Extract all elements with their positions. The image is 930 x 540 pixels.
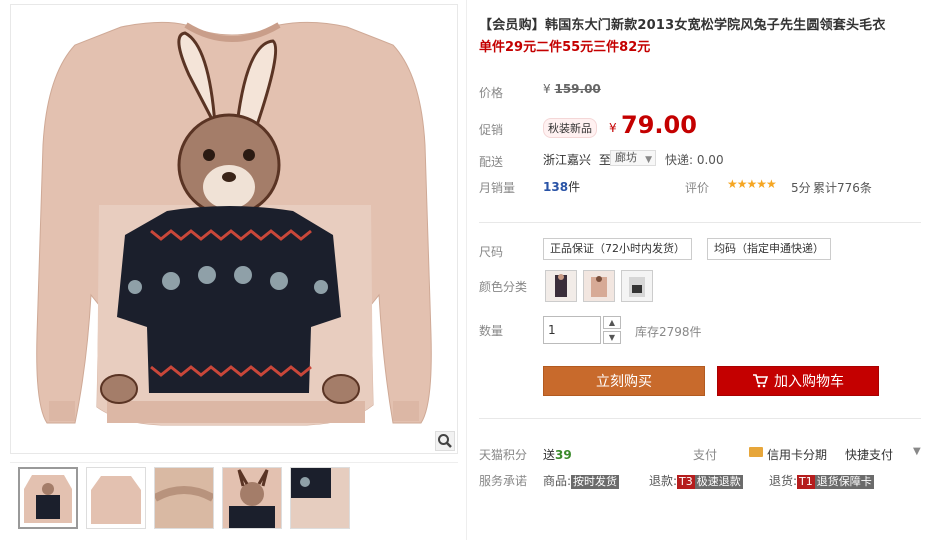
size-option-free[interactable]: 均码（指定申通快递） (707, 238, 831, 260)
service-badge[interactable]: 按时发货 (571, 475, 620, 489)
points-number: 39 (555, 448, 572, 462)
product-info-panel: 【会员购】韩国东大门新款2013女宽松学院风兔子先生圆领套头毛衣 单件29元二件… (466, 0, 930, 540)
quantity-decrease-button[interactable]: ▼ (603, 331, 621, 344)
add-to-cart-button[interactable]: 加入购物车 (717, 366, 879, 396)
promo-tag: 秋装新品 (543, 118, 597, 138)
promo-label: 促销 (479, 123, 504, 137)
buy-now-button[interactable]: 立刻购买 (543, 366, 705, 396)
service-on-time: 商品: 按时发货 (543, 472, 620, 489)
ship-from: 浙江嘉兴 至 (543, 151, 611, 168)
product-subtitle: 单件29元二件55元三件82元 (479, 40, 651, 55)
thumbnail-image (155, 468, 213, 528)
points-label: 天猫积分 (479, 448, 528, 462)
sales-unit: 件 (568, 180, 581, 194)
sweater-illustration (36, 21, 432, 426)
quick-pay-link[interactable]: 快捷支付 (845, 446, 893, 463)
points-prefix: 送 (543, 448, 556, 462)
service-code-badge[interactable]: T1 (797, 475, 815, 489)
zoom-button[interactable] (435, 431, 455, 451)
star-rating-icon: ★★★★★ (727, 177, 777, 191)
review-count-link[interactable]: 累计776条 (813, 179, 872, 196)
service-refund: 退款: T3 极速退款 (649, 472, 743, 489)
swatch-image (546, 271, 576, 301)
thumbnail-3[interactable] (154, 467, 214, 529)
currency-symbol: ¥ (543, 82, 551, 96)
shipping-fee: 快递: 0.00 (665, 153, 724, 167)
add-to-cart-label: 加入购物车 (774, 374, 844, 390)
cart-icon (753, 374, 768, 388)
service-label: 服务承诺 (479, 474, 528, 488)
magnifier-icon (438, 434, 452, 448)
main-product-image[interactable] (10, 4, 458, 454)
product-gallery (10, 4, 458, 540)
service-prefix: 商品: (543, 474, 572, 488)
payment-label: 支付 (693, 448, 718, 462)
rating-score: 5分 (791, 181, 811, 195)
credit-card-icon (749, 447, 763, 457)
color-label: 颜色分类 (479, 280, 528, 294)
service-return: 退货: T1 退货保障卡 (769, 472, 874, 489)
credit-installment-link[interactable]: 信用卡分期 (767, 446, 827, 463)
thumbnail-1[interactable] (18, 467, 78, 529)
size-option-guarantee[interactable]: 正品保证（72小时内发货） (543, 238, 692, 260)
currency-symbol: ¥ (609, 121, 617, 135)
swatch-image (622, 271, 652, 301)
color-swatch-1[interactable] (545, 270, 577, 302)
original-price: ¥ 159.00 (543, 82, 601, 96)
color-swatch-2[interactable] (583, 270, 615, 302)
thumbnail-image (91, 476, 141, 524)
service-badge[interactable]: 极速退款 (694, 475, 743, 489)
thumbnail-2[interactable] (86, 467, 146, 529)
destination-value: 廊坊 (615, 151, 637, 164)
shipping-label: 配送 (479, 155, 504, 169)
monthly-sales-label: 月销量 (479, 181, 516, 195)
sales-count: 138 (543, 180, 569, 194)
stock-count: 库存2798件 (635, 325, 702, 339)
destination-select[interactable]: 廊坊 ▼ (610, 150, 656, 166)
original-price-value: 159.00 (554, 82, 601, 96)
current-price: 79.00 (621, 111, 697, 139)
thumbnail-image (24, 475, 72, 523)
thumbnail-4[interactable] (222, 467, 282, 529)
quantity-label: 数量 (479, 324, 504, 338)
chevron-down-icon: ▼ (645, 155, 652, 165)
service-prefix: 退货: (769, 474, 798, 488)
service-badge[interactable]: 退货保障卡 (814, 475, 874, 489)
quantity-increase-button[interactable]: ▲ (603, 316, 621, 329)
chevron-down-icon[interactable]: ▼ (913, 446, 921, 457)
swatch-image (584, 271, 614, 301)
ship-origin: 浙江嘉兴 (543, 153, 592, 167)
size-label: 尺码 (479, 245, 504, 259)
color-swatch-3[interactable] (621, 270, 653, 302)
monthly-sales: 138件 (543, 178, 580, 195)
service-code-badge[interactable]: T3 (677, 475, 695, 489)
thumbnail-image (291, 468, 349, 528)
quantity-input[interactable]: 1 (543, 316, 601, 344)
thumbnail-image (223, 468, 281, 528)
thumbnail-5[interactable] (290, 467, 350, 529)
product-title: 【会员购】韩国东大门新款2013女宽松学院风兔子先生圆领套头毛衣 (479, 18, 886, 33)
points-value: 送39 (543, 446, 572, 463)
rating-label: 评价 (685, 181, 710, 195)
service-prefix: 退款: (649, 474, 678, 488)
thumbnail-strip (10, 462, 458, 538)
price-label: 价格 (479, 86, 504, 100)
divider (479, 222, 921, 223)
divider (479, 418, 921, 419)
